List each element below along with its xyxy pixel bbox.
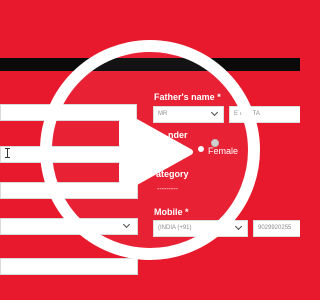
text-cursor-icon [5, 148, 10, 158]
mobile-number-value: 9029920255 [258, 225, 292, 231]
play-icon [119, 111, 193, 193]
mobile-number-input[interactable]: 9029920255 [253, 220, 300, 237]
header-band [0, 0, 300, 44]
left-field-5[interactable] [0, 258, 138, 275]
